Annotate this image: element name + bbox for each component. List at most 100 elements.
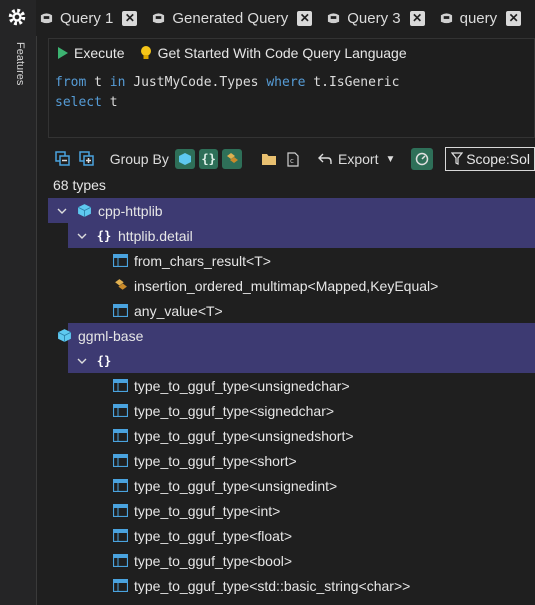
group-by-project-icon[interactable]	[174, 149, 195, 169]
folder-icon[interactable]	[260, 150, 278, 168]
tree-node-label: type_to_gguf_type<unsignedint>	[134, 477, 338, 494]
tree-node-type[interactable]: insertion_ordered_multimap<Mapped,KeyEqu…	[48, 273, 535, 298]
code-keyword: select	[55, 95, 102, 110]
tree-node-label: type_to_gguf_type<std::basic_string<char…	[134, 577, 411, 594]
result-tree: cpp-httplib {} httplib.detail from_chars…	[48, 198, 535, 598]
gear-icon[interactable]	[6, 6, 28, 28]
chevron-down-icon[interactable]	[76, 230, 88, 242]
tree-node-namespace[interactable]: {}	[68, 348, 535, 373]
code-text: t.IsGeneric	[305, 75, 400, 90]
tab-label: Query 1	[60, 9, 114, 27]
result-count: 68 types	[53, 177, 106, 193]
project-icon	[56, 328, 72, 344]
tree-node-label: httplib.detail	[118, 227, 193, 244]
tree-node-label: type_to_gguf_type<bool>	[134, 552, 293, 569]
close-icon[interactable]: ✕	[409, 10, 425, 26]
play-icon	[58, 47, 68, 59]
collapse-all-icon[interactable]	[54, 150, 72, 168]
class-icon	[112, 528, 128, 544]
code-text: t	[86, 75, 110, 90]
group-by-type-icon[interactable]	[222, 149, 243, 169]
query-editor-panel: Execute Get Started With Code Query Lang…	[48, 38, 535, 138]
tab-generated-query[interactable]: Generated Query ✕	[148, 0, 323, 36]
editor-toolbar: Execute Get Started With Code Query Lang…	[49, 39, 534, 67]
code-line: select t	[55, 93, 534, 113]
namespace-icon: {}	[96, 228, 112, 243]
chevron-down-icon: ▼	[385, 153, 396, 165]
chevron-down-icon[interactable]	[56, 205, 68, 217]
filter-icon	[451, 152, 464, 165]
expand-all-icon[interactable]	[78, 150, 96, 168]
tree-node-label: type_to_gguf_type<signedchar>	[134, 402, 335, 419]
tree-node-type[interactable]: any_value<T>	[48, 298, 535, 323]
class-icon	[112, 453, 128, 469]
tree-node-label: type_to_gguf_type<int>	[134, 502, 281, 519]
get-started-label: Get Started With Code Query Language	[157, 45, 407, 61]
tree-node-label: cpp-httplib	[98, 202, 163, 219]
tab-query-1[interactable]: Query 1 ✕	[36, 0, 148, 36]
tab-label: Query 3	[347, 9, 401, 27]
close-icon[interactable]: ✕	[297, 10, 313, 26]
class-icon	[112, 553, 128, 569]
features-rail[interactable]: Features	[0, 0, 37, 605]
features-label[interactable]: Features	[6, 42, 26, 85]
export-button[interactable]: Export ▼	[318, 151, 395, 167]
code-text: t	[101, 95, 118, 110]
database-icon	[328, 13, 340, 24]
export-label: Export	[338, 151, 379, 167]
tree-node-type[interactable]: type_to_gguf_type<signedchar>	[48, 398, 535, 423]
chevron-down-icon[interactable]	[76, 355, 88, 367]
get-started-button[interactable]: Get Started With Code Query Language	[139, 45, 407, 61]
database-icon	[440, 13, 452, 24]
tree-node-project[interactable]: ggml-base	[57, 323, 535, 348]
class-icon	[112, 578, 128, 594]
export-arrow-icon	[318, 153, 332, 164]
code-editor[interactable]: from t in JustMyCode.Types where t.IsGen…	[49, 67, 534, 113]
group-by-label: Group By	[109, 151, 169, 167]
code-keyword: where	[266, 75, 306, 90]
tab-query[interactable]: query ✕	[436, 0, 533, 36]
namespace-icon: {}	[96, 353, 112, 368]
tree-node-label: type_to_gguf_type<unsignedchar>	[134, 377, 350, 394]
class-icon	[112, 478, 128, 494]
tree-node-type[interactable]: type_to_gguf_type<unsignedint>	[48, 473, 535, 498]
tree-node-type[interactable]: from_chars_result<T>	[48, 248, 535, 273]
lightbulb-icon	[140, 46, 151, 59]
database-icon	[40, 13, 53, 24]
class-icon	[112, 378, 128, 394]
tree-node-type[interactable]: type_to_gguf_type<short>	[48, 448, 535, 473]
tree-node-namespace[interactable]: {} httplib.detail	[68, 223, 535, 248]
class-icon	[112, 303, 128, 319]
code-line: from t in JustMyCode.Types where t.IsGen…	[55, 73, 534, 93]
tree-node-type[interactable]: type_to_gguf_type<int>	[48, 498, 535, 523]
scope-label: Scope:Sol	[466, 151, 531, 167]
tree-node-type[interactable]: type_to_gguf_type<std::basic_string<char…	[48, 573, 535, 598]
tree-node-label: from_chars_result<T>	[134, 252, 271, 269]
tree-node-type[interactable]: type_to_gguf_type<bool>	[48, 548, 535, 573]
results-toolbar: Group By {} c Export ▼ Scope:Sol	[48, 146, 535, 172]
tree-node-type[interactable]: type_to_gguf_type<unsignedshort>	[48, 423, 535, 448]
query-tab-bar: Query 1 ✕ Generated Query ✕ Query 3 ✕ qu…	[36, 0, 535, 36]
project-icon	[76, 203, 92, 219]
structure-icon	[112, 278, 128, 294]
close-icon[interactable]: ✕	[506, 10, 522, 26]
execute-button[interactable]: Execute	[57, 45, 125, 61]
tree-node-type[interactable]: type_to_gguf_type<unsignedchar>	[48, 373, 535, 398]
database-icon	[153, 13, 165, 24]
tab-label: query	[459, 9, 498, 27]
dashboard-gauge-icon[interactable]	[411, 148, 434, 170]
svg-text:c: c	[290, 157, 294, 165]
tree-node-project[interactable]: cpp-httplib	[48, 198, 535, 223]
type-list: type_to_gguf_type<unsignedchar> type_to_g…	[48, 373, 535, 598]
class-icon	[112, 403, 128, 419]
scope-filter-button[interactable]: Scope:Sol	[445, 147, 535, 171]
group-by-namespace-icon[interactable]: {}	[198, 149, 219, 169]
execute-label: Execute	[74, 45, 125, 61]
tree-node-type[interactable]: type_to_gguf_type<float>	[48, 523, 535, 548]
close-icon[interactable]: ✕	[122, 10, 138, 26]
tree-node-label: ggml-base	[78, 327, 144, 344]
tree-node-label: insertion_ordered_multimap<Mapped,KeyEqu…	[134, 277, 439, 294]
class-icon	[112, 428, 128, 444]
tab-query-3[interactable]: Query 3 ✕	[323, 0, 435, 36]
source-file-icon[interactable]: c	[284, 150, 302, 168]
